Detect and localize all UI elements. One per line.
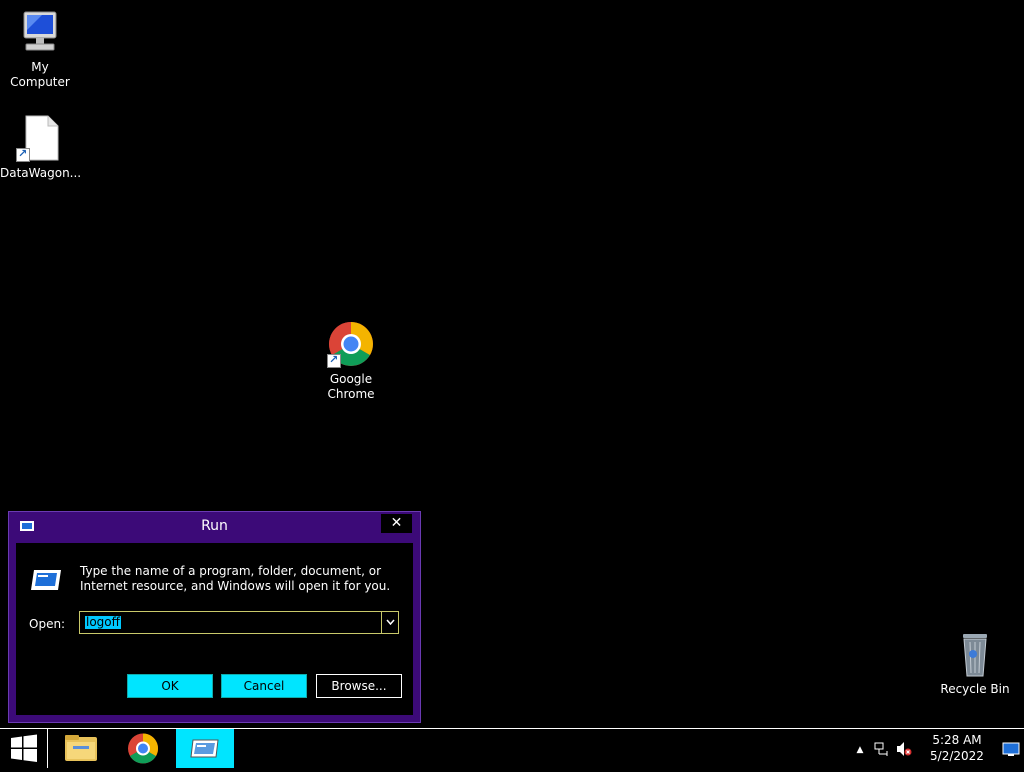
run-dialog: Run ✕ Type the name of a program, folder… bbox=[8, 511, 421, 723]
dialog-title: Run bbox=[201, 518, 228, 534]
shortcut-arrow-icon bbox=[327, 352, 341, 368]
taskbar-chrome[interactable] bbox=[114, 729, 172, 768]
open-input-selected-text: logoff bbox=[85, 615, 121, 629]
taskbar: ▲ 5:28 AM 5/2/2022 bbox=[0, 728, 1024, 768]
clock-time: 5:28 AM bbox=[932, 733, 982, 747]
show-hidden-icons-button[interactable]: ▲ bbox=[852, 741, 868, 757]
open-input[interactable] bbox=[80, 612, 380, 633]
desktop-icon-label: Recycle Bin bbox=[940, 682, 1010, 696]
file-shortcut-icon bbox=[16, 114, 64, 162]
open-label: Open: bbox=[29, 617, 66, 631]
run-icon bbox=[30, 569, 62, 591]
volume-muted-icon[interactable] bbox=[896, 741, 912, 757]
desktop-icon-label: DataWagon... bbox=[0, 166, 82, 180]
network-icon[interactable] bbox=[874, 741, 890, 757]
chrome-icon bbox=[114, 733, 172, 772]
close-icon: ✕ bbox=[390, 515, 403, 531]
system-tray: ▲ 5:28 AM 5/2/2022 bbox=[854, 729, 1024, 768]
show-desktop-icon[interactable] bbox=[1002, 741, 1020, 757]
chevron-down-icon bbox=[385, 617, 395, 628]
clock-date: 5/2/2022 bbox=[930, 749, 984, 763]
dropdown-button[interactable] bbox=[381, 612, 398, 633]
dialog-body: Type the name of a program, folder, docu… bbox=[16, 543, 413, 715]
ok-button[interactable]: OK bbox=[127, 674, 213, 698]
desktop-icon-label-line2: Chrome bbox=[327, 387, 375, 401]
dialog-description: Type the name of a program, folder, docu… bbox=[80, 564, 391, 593]
shortcut-arrow-icon bbox=[16, 146, 30, 162]
close-button[interactable]: ✕ bbox=[381, 514, 412, 533]
chrome-icon bbox=[327, 320, 375, 368]
desktop: My Computer DataWagon... Google Ch bbox=[0, 0, 1024, 728]
desktop-icon-datawagon[interactable]: DataWagon... bbox=[0, 114, 82, 181]
clock[interactable]: 5:28 AM 5/2/2022 bbox=[927, 732, 987, 764]
desktop-icon-recycle-bin[interactable]: Recycle Bin bbox=[935, 630, 1015, 697]
file-explorer-icon bbox=[52, 735, 110, 772]
start-button[interactable] bbox=[0, 729, 48, 768]
taskbar-run[interactable] bbox=[176, 729, 234, 768]
desktop-icon-label: My Computer bbox=[10, 60, 70, 89]
title-bar[interactable]: Run ✕ bbox=[9, 512, 420, 542]
cancel-button[interactable]: Cancel bbox=[221, 674, 307, 698]
recycle-bin-icon bbox=[951, 630, 999, 678]
open-combobox[interactable]: logoff bbox=[79, 611, 399, 634]
browse-button[interactable]: Browse... bbox=[316, 674, 402, 698]
desktop-icon-label-line1: Google bbox=[329, 372, 373, 386]
taskbar-file-explorer[interactable] bbox=[52, 729, 110, 768]
my-computer-icon bbox=[16, 8, 64, 56]
run-icon bbox=[176, 739, 234, 772]
chevron-up-icon: ▲ bbox=[856, 745, 864, 755]
desktop-icon-google-chrome[interactable]: Google Chrome bbox=[311, 320, 391, 402]
desktop-icon-my-computer[interactable]: My Computer bbox=[0, 8, 80, 90]
windows-logo-icon bbox=[0, 734, 48, 772]
